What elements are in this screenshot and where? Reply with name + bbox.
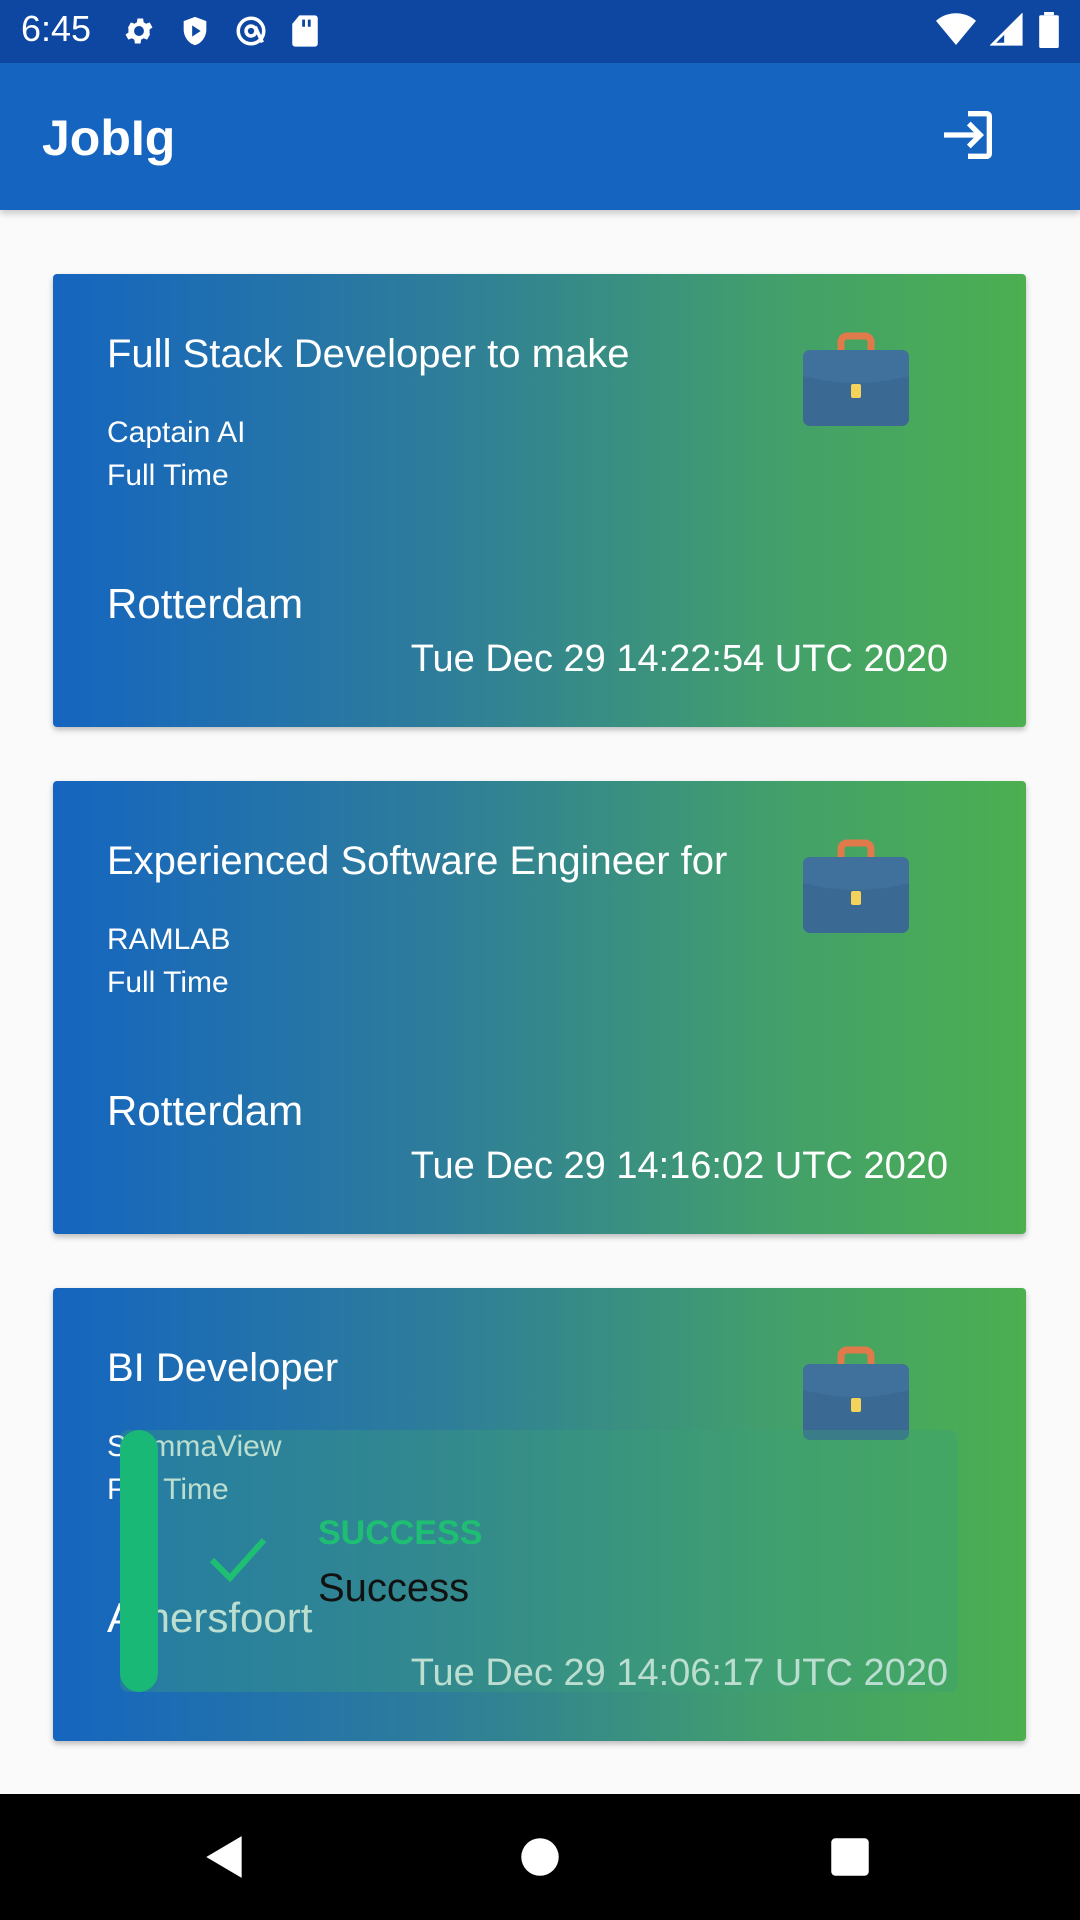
app-bar: JobIg (0, 63, 1080, 210)
app-title: JobIg (42, 110, 176, 166)
briefcase-icon (803, 332, 909, 426)
back-icon[interactable] (200, 1832, 250, 1882)
job-company: Captain AI (107, 416, 246, 449)
job-card[interactable]: Experienced Software Engineer for RAMLAB… (53, 781, 1026, 1234)
job-date: Tue Dec 29 14:22:54 UTC 2020 (410, 638, 948, 680)
job-date: Tue Dec 29 14:16:02 UTC 2020 (410, 1145, 948, 1187)
job-title: BI Developer (107, 1346, 339, 1390)
checkmark-icon (209, 1537, 267, 1583)
home-icon[interactable] (515, 1832, 565, 1882)
toast-message: Success (318, 1566, 470, 1610)
job-location: Rotterdam (107, 1087, 304, 1134)
recents-icon[interactable] (825, 1832, 875, 1882)
status-icons-left (122, 14, 320, 48)
status-icons-right (936, 12, 1060, 48)
wifi-icon (936, 13, 976, 46)
success-toast[interactable]: SUCCESS Success (120, 1430, 958, 1692)
job-company: RAMLAB (107, 923, 231, 956)
job-title: Full Stack Developer to make (107, 332, 630, 376)
job-type: Full Time (107, 966, 229, 999)
login-icon (944, 111, 992, 159)
job-title: Experienced Software Engineer for (107, 839, 728, 883)
job-type: Full Time (107, 459, 229, 492)
shield-play-icon (183, 16, 207, 46)
job-location: Rotterdam (107, 580, 304, 627)
briefcase-icon (803, 1346, 909, 1440)
toast-accent-stripe (120, 1430, 158, 1692)
battery-icon (1039, 12, 1059, 48)
gear-icon (125, 18, 153, 44)
at-sign-icon (236, 16, 266, 46)
briefcase-icon (803, 839, 909, 933)
status-bar: 6:45 (0, 0, 1080, 63)
job-card[interactable]: Full Stack Developer to make Captain AI … (53, 274, 1026, 727)
cell-signal-icon (990, 13, 1023, 46)
status-time: 6:45 (21, 8, 92, 49)
sd-card-icon (292, 15, 318, 47)
login-button[interactable] (936, 103, 1000, 167)
toast-title: SUCCESS (318, 1514, 483, 1552)
navigation-bar (0, 1794, 1080, 1920)
